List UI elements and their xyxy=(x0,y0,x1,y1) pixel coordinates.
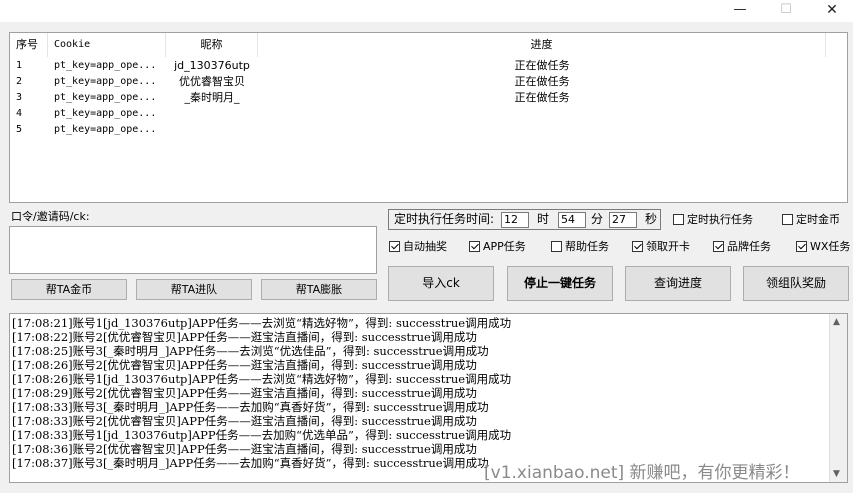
query-progress-button[interactable]: 查询进度 xyxy=(625,266,731,301)
checkbox-label: 帮助任务 xyxy=(565,240,609,253)
checkbox-box[interactable] xyxy=(796,241,807,252)
app-task-checkbox[interactable]: APP任务 xyxy=(469,239,526,255)
timer-label: 定时执行任务时间: xyxy=(394,212,495,226)
hour-input[interactable]: 12 xyxy=(501,212,529,228)
log-line: [17:08:26]账号1[jd_130376utp]APP任务——去浏览“精选… xyxy=(12,372,512,386)
checkbox-label: 定时金币 xyxy=(796,213,840,226)
table-header: 序号 Cookie 昵称 进度 xyxy=(10,33,847,57)
header-index[interactable]: 序号 xyxy=(10,33,48,57)
log-scrollbar[interactable]: ▲ ▼ xyxy=(829,314,847,482)
maximize-button[interactable]: ☐ xyxy=(763,0,809,22)
cell-cookie: pt_key=app_ope... xyxy=(54,108,157,119)
claim-team-reward-button[interactable]: 领组队奖励 xyxy=(743,266,849,301)
second-unit: 秒 xyxy=(645,212,658,226)
stop-all-tasks-button[interactable]: 停止一键任务 xyxy=(507,266,613,301)
checkbox-label: 领取开卡 xyxy=(646,240,690,253)
cell-progress: 正在做任务 xyxy=(514,59,570,72)
cell-cookie: pt_key=app_ope... xyxy=(54,60,157,71)
log-line: [17:08:36]账号2[优优睿智宝贝]APP任务——逛宝洁直播间，得到: s… xyxy=(12,442,477,456)
checkbox-box[interactable] xyxy=(389,241,400,252)
cell-progress: 正在做任务 xyxy=(514,75,570,88)
log-line: [17:08:22]账号2[优优睿智宝贝]APP任务——逛宝洁直播间，得到: s… xyxy=(12,330,477,344)
log-line: [17:08:37]账号3[_秦时明月_]APP任务——去加购“真香好货”，得到… xyxy=(12,456,489,470)
minimize-button[interactable]: — xyxy=(717,0,763,22)
cell-index: 1 xyxy=(16,60,23,71)
table-row[interactable]: 1 pt_key=app_ope... jd_130376utp 正在做任务 xyxy=(10,58,847,74)
checkbox-box[interactable] xyxy=(469,241,480,252)
cell-cookie: pt_key=app_ope... xyxy=(54,124,157,135)
table-row[interactable]: 2 pt_key=app_ope... 优优睿智宝贝 正在做任务 xyxy=(10,74,847,90)
cell-index: 2 xyxy=(16,76,23,87)
import-ck-button[interactable]: 导入ck xyxy=(388,266,494,301)
log-line: [17:08:33]账号2[优优睿智宝贝]APP任务——逛宝洁直播间，得到: s… xyxy=(12,414,477,428)
cell-cookie: pt_key=app_ope... xyxy=(54,92,157,103)
log-line: [17:08:21]账号1[jd_130376utp]APP任务——去浏览“精选… xyxy=(12,316,512,330)
log-line: [17:08:25]账号3[_秦时明月_]APP任务——去浏览“优选佳品”，得到… xyxy=(12,344,489,358)
account-table[interactable]: 序号 Cookie 昵称 进度 1 pt_key=app_ope... jd_1… xyxy=(9,32,848,203)
log-line: [17:08:33]账号1[jd_130376utp]APP任务——去加购“优选… xyxy=(12,428,512,442)
timer-group: 定时执行任务时间: 12 时 54 分 27 秒 xyxy=(388,209,661,230)
table-row[interactable]: 5 pt_key=app_ope... xyxy=(10,122,847,138)
checkbox-box[interactable] xyxy=(673,214,684,225)
scroll-down-arrow-icon[interactable]: ▼ xyxy=(833,469,840,479)
close-button[interactable]: ✕ xyxy=(809,0,853,22)
minute-unit: 分 xyxy=(591,212,604,226)
scroll-up-arrow-icon[interactable]: ▲ xyxy=(833,317,840,327)
log-line: [17:08:29]账号2[优优睿智宝贝]APP任务——逛宝洁直播间，得到: s… xyxy=(12,386,477,400)
help-expand-button[interactable]: 帮TA膨胀 xyxy=(261,279,377,300)
table-row[interactable]: 4 pt_key=app_ope... xyxy=(10,106,847,122)
checkbox-label: 定时执行任务 xyxy=(687,213,753,226)
header-progress[interactable]: 进度 xyxy=(258,33,826,57)
hour-unit: 时 xyxy=(537,212,550,226)
cell-nickname xyxy=(166,122,258,138)
checkbox-label: WX任务 xyxy=(810,240,851,253)
header-nickname[interactable]: 昵称 xyxy=(166,33,258,57)
cell-index: 4 xyxy=(16,108,23,119)
second-input[interactable]: 27 xyxy=(609,212,637,228)
cell-nickname: jd_130376utp xyxy=(174,59,250,72)
checkbox-box[interactable] xyxy=(551,241,562,252)
checkbox-label: APP任务 xyxy=(483,240,526,253)
scheduled-coins-checkbox[interactable]: 定时金币 xyxy=(782,212,840,228)
wx-task-checkbox[interactable]: WX任务 xyxy=(796,239,850,255)
cell-progress xyxy=(258,122,826,138)
watermark: [v1.xianbao.net] 新赚吧，有你更精彩！ xyxy=(484,463,800,483)
help-task-checkbox[interactable]: 帮助任务 xyxy=(551,239,609,255)
checkbox-box[interactable] xyxy=(713,241,724,252)
auto-lottery-checkbox[interactable]: 自动抽奖 xyxy=(389,239,447,255)
cell-index: 5 xyxy=(16,124,23,135)
cell-index: 3 xyxy=(16,92,23,103)
cell-nickname: _秦时明月_ xyxy=(184,91,240,104)
help-coins-button[interactable]: 帮TA金币 xyxy=(11,279,127,300)
brand-task-checkbox[interactable]: 品牌任务 xyxy=(713,239,771,255)
checkbox-box[interactable] xyxy=(632,241,643,252)
checkbox-label: 品牌任务 xyxy=(727,240,771,253)
checkbox-box[interactable] xyxy=(782,214,793,225)
title-bar: — ☐ ✕ xyxy=(0,0,853,22)
scheduled-task-checkbox[interactable]: 定时执行任务 xyxy=(673,212,753,228)
header-cookie[interactable]: Cookie xyxy=(48,33,166,57)
minute-input[interactable]: 54 xyxy=(558,212,586,228)
cell-nickname xyxy=(166,106,258,122)
code-input[interactable] xyxy=(9,226,377,274)
log-line: [17:08:26]账号2[优优睿智宝贝]APP任务——逛宝洁直播间，得到: s… xyxy=(12,358,477,372)
help-team-button[interactable]: 帮TA进队 xyxy=(136,279,252,300)
table-row[interactable]: 3 pt_key=app_ope... _秦时明月_ 正在做任务 xyxy=(10,90,847,106)
log-line: [17:08:33]账号3[_秦时明月_]APP任务——去加购“真香好货”，得到… xyxy=(12,400,489,414)
cell-cookie: pt_key=app_ope... xyxy=(54,76,157,87)
cell-progress: 正在做任务 xyxy=(514,91,570,104)
code-label: 口令/邀请码/ck: xyxy=(11,210,90,223)
cell-progress xyxy=(258,106,826,122)
checkbox-label: 自动抽奖 xyxy=(403,240,447,253)
cell-nickname: 优优睿智宝贝 xyxy=(179,75,245,88)
claim-card-checkbox[interactable]: 领取开卡 xyxy=(632,239,690,255)
